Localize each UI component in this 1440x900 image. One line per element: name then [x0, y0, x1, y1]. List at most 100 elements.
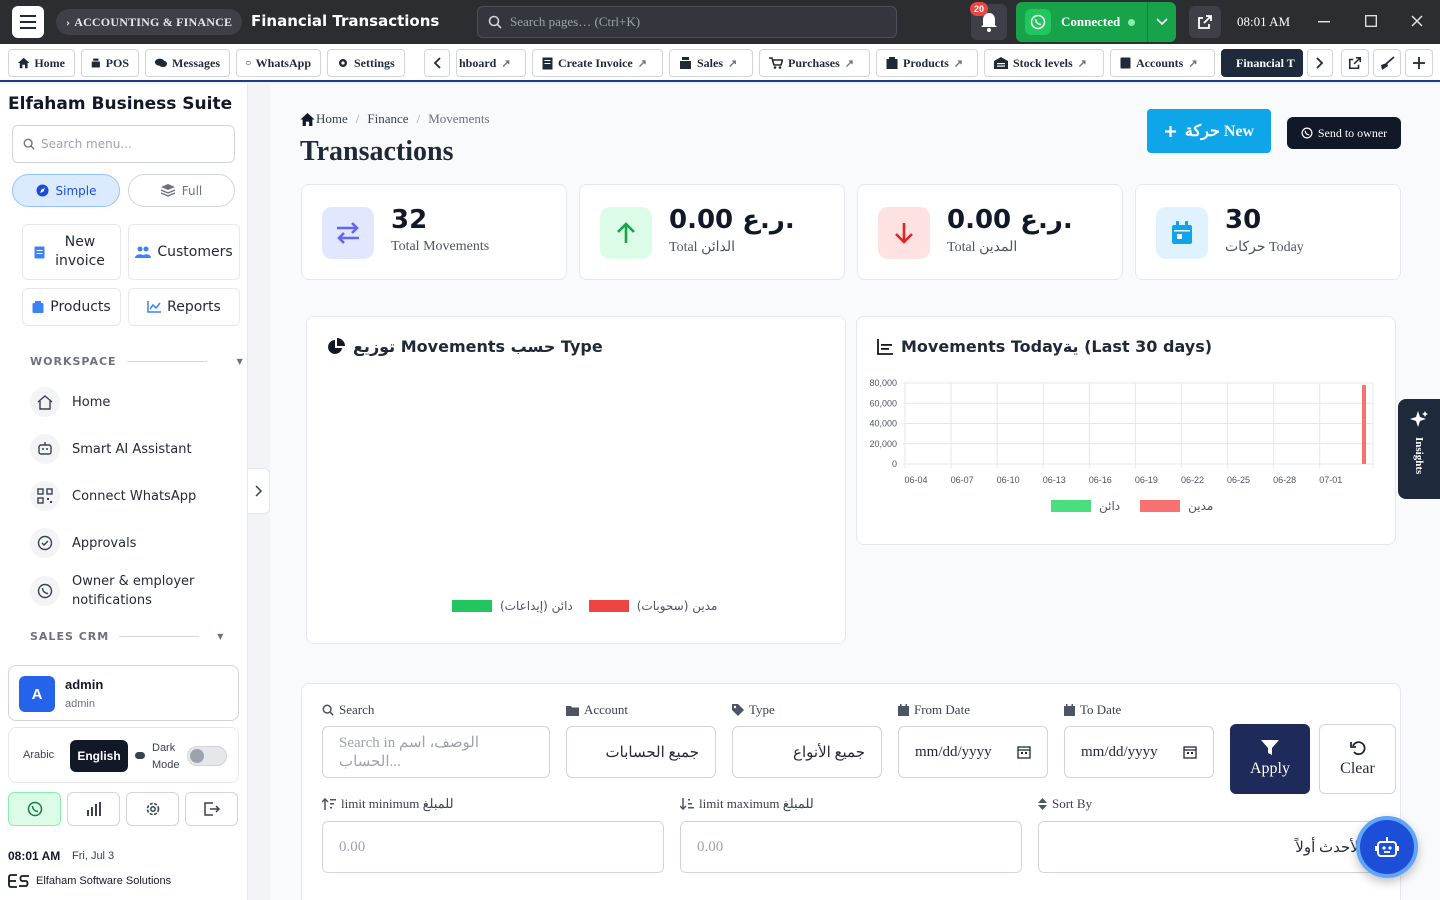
tab-products[interactable]: Products ↗: [876, 49, 978, 77]
clear-filters-button[interactable]: Clear: [1319, 724, 1396, 794]
send-to-owner-button[interactable]: Send to owner: [1287, 117, 1401, 149]
tabs-scroll-left-button[interactable]: [424, 49, 450, 77]
chevron-right-icon: [254, 485, 262, 497]
sidebar-collapse-button[interactable]: [248, 468, 270, 514]
footer-date: Fri, Jul 3: [72, 850, 115, 862]
tab-financial-transactions[interactable]: Financial T: [1221, 49, 1303, 77]
ai-assistant-fab[interactable]: [1356, 816, 1418, 878]
quick-products-button[interactable]: Products: [22, 288, 121, 326]
status-dot: [1128, 18, 1136, 26]
sidebar-item-ai-assistant[interactable]: Smart AI Assistant: [30, 434, 192, 464]
stat-label: حركات Today: [1225, 240, 1304, 255]
warehouse-icon: [994, 57, 1008, 69]
sidebar-item-notifications[interactable]: Owner & employer notifications: [30, 572, 202, 610]
home-icon: [300, 112, 315, 126]
clear-tabs-button[interactable]: [1373, 49, 1401, 77]
sidebar-item-home[interactable]: Home: [30, 387, 110, 417]
tab-whatsapp[interactable]: WhatsApp: [236, 49, 321, 77]
whatsapp-status-dropdown[interactable]: Connected: [1016, 2, 1176, 42]
sidebar-item-approvals[interactable]: Approvals: [30, 528, 136, 558]
user-card[interactable]: A admin admin: [8, 665, 239, 721]
mode-full-button[interactable]: Full: [128, 174, 235, 207]
book-icon: [1120, 57, 1131, 69]
minimize-icon[interactable]: [1318, 21, 1330, 23]
clock: 08:01 AM: [1237, 14, 1291, 29]
chart-legend: دائن مدين: [1051, 499, 1213, 513]
section-breadcrumb[interactable]: › ACCOUNTING & FINANCE: [56, 9, 243, 35]
calendar-icon: [1183, 746, 1197, 759]
to-date-input[interactable]: mm/dd/yyyy: [1064, 726, 1214, 778]
language-english-button[interactable]: English: [70, 740, 128, 772]
hamburger-menu-button[interactable]: [12, 6, 44, 38]
language-arabic-button[interactable]: Arabic: [23, 749, 54, 761]
tab-pos[interactable]: POS: [81, 49, 139, 77]
tab-accounts[interactable]: Accounts ↗: [1110, 49, 1215, 77]
tab-purchases[interactable]: Purchases ↗: [759, 49, 870, 77]
logout-icon: [203, 802, 220, 816]
undo-icon: [1349, 741, 1365, 756]
y-tick-label: 20,000: [869, 439, 897, 449]
type-select[interactable]: جميع الأنواع: [732, 726, 882, 778]
pie-legend: دائن (إيداعات) مدين (سحوبات): [452, 599, 717, 613]
tabs-scroll-right-button[interactable]: [1307, 49, 1333, 77]
stat-total-movements: 32 Total Movements: [301, 184, 567, 280]
menu-search-input[interactable]: Search menu...: [12, 125, 235, 163]
breadcrumb-finance-link[interactable]: Finance: [367, 111, 408, 127]
tab-settings[interactable]: Settings: [327, 49, 405, 77]
robot-icon: [30, 434, 60, 464]
breadcrumb-home-link[interactable]: Home: [316, 111, 348, 127]
external-link-icon: ↗: [1077, 57, 1087, 70]
tab-sales[interactable]: Sales ↗: [669, 49, 753, 77]
tab-messages[interactable]: Messages: [145, 49, 230, 77]
caret-down-icon: ▼: [236, 357, 244, 366]
whatsapp-button[interactable]: [8, 792, 61, 826]
external-link-icon: ↗: [637, 57, 647, 70]
new-tab-button[interactable]: [1405, 49, 1433, 77]
chart-line-icon: [147, 301, 162, 313]
breadcrumb-current: Movements: [428, 111, 490, 126]
gear-icon: [146, 802, 159, 816]
dark-mode-toggle[interactable]: [187, 746, 227, 766]
x-tick-label: 06-16: [1089, 475, 1112, 485]
settings-button[interactable]: [126, 792, 179, 826]
x-tick-label: 06-04: [904, 475, 927, 485]
x-tick-label: 07-01: [1319, 475, 1342, 485]
account-select[interactable]: جميع الحسابات: [566, 726, 716, 778]
open-in-window-button[interactable]: [1341, 49, 1369, 77]
max-amount-input[interactable]: 0.00: [680, 821, 1022, 873]
quick-reports-button[interactable]: Reports: [128, 288, 240, 326]
top-bar: › ACCOUNTING & FINANCE Financial Transac…: [0, 0, 1440, 44]
tab-create-invoice[interactable]: Create Invoice ↗: [532, 49, 663, 77]
sales-crm-section-header[interactable]: SALES CRM ▼: [30, 630, 224, 643]
search-filter-input[interactable]: Search in الوصف، اسم الحساب...: [322, 726, 550, 778]
whatsapp-icon: [30, 576, 60, 606]
from-date-input[interactable]: mm/dd/yyyy: [898, 726, 1048, 778]
tab-stock-levels[interactable]: Stock levels ↗: [984, 49, 1104, 77]
workspace-section-header[interactable]: WORKSPACE ▼: [30, 355, 244, 368]
tab-home[interactable]: Home: [8, 49, 75, 77]
box-icon: [32, 301, 44, 313]
maximize-icon[interactable]: [1365, 15, 1377, 27]
close-icon[interactable]: [1411, 15, 1423, 27]
quick-customers-button[interactable]: Customers: [128, 224, 240, 280]
global-search-input[interactable]: Search pages… (Ctrl+K): [477, 6, 897, 38]
sidebar-item-connect-whatsapp[interactable]: Connect WhatsApp: [30, 481, 196, 511]
sort-by-select[interactable]: الأحدث أولاً: [1038, 821, 1380, 873]
quick-new-invoice-button[interactable]: New invoice: [22, 224, 121, 280]
plus-icon: [1413, 57, 1425, 69]
sort-amount-up-icon: [322, 798, 336, 810]
min-amount-input[interactable]: 0.00: [322, 821, 664, 873]
cart-icon: [769, 57, 783, 69]
external-link-icon: ↗: [728, 57, 738, 70]
insights-panel-tab[interactable]: Insights: [1398, 399, 1440, 499]
tab-dashboard[interactable]: hboard ↗: [456, 49, 526, 77]
new-movement-button[interactable]: حركة New: [1147, 109, 1271, 153]
filters-panel: Search Search in الوصف، اسم الحساب... Ac…: [301, 683, 1401, 900]
logout-button[interactable]: [185, 792, 238, 826]
x-tick-label: 06-22: [1181, 475, 1204, 485]
apply-filters-button[interactable]: Apply: [1230, 724, 1310, 794]
external-link-icon: ↗: [844, 57, 854, 70]
open-external-button[interactable]: [1189, 6, 1221, 38]
mode-simple-button[interactable]: Simple: [12, 174, 120, 207]
reports-button[interactable]: [67, 792, 120, 826]
